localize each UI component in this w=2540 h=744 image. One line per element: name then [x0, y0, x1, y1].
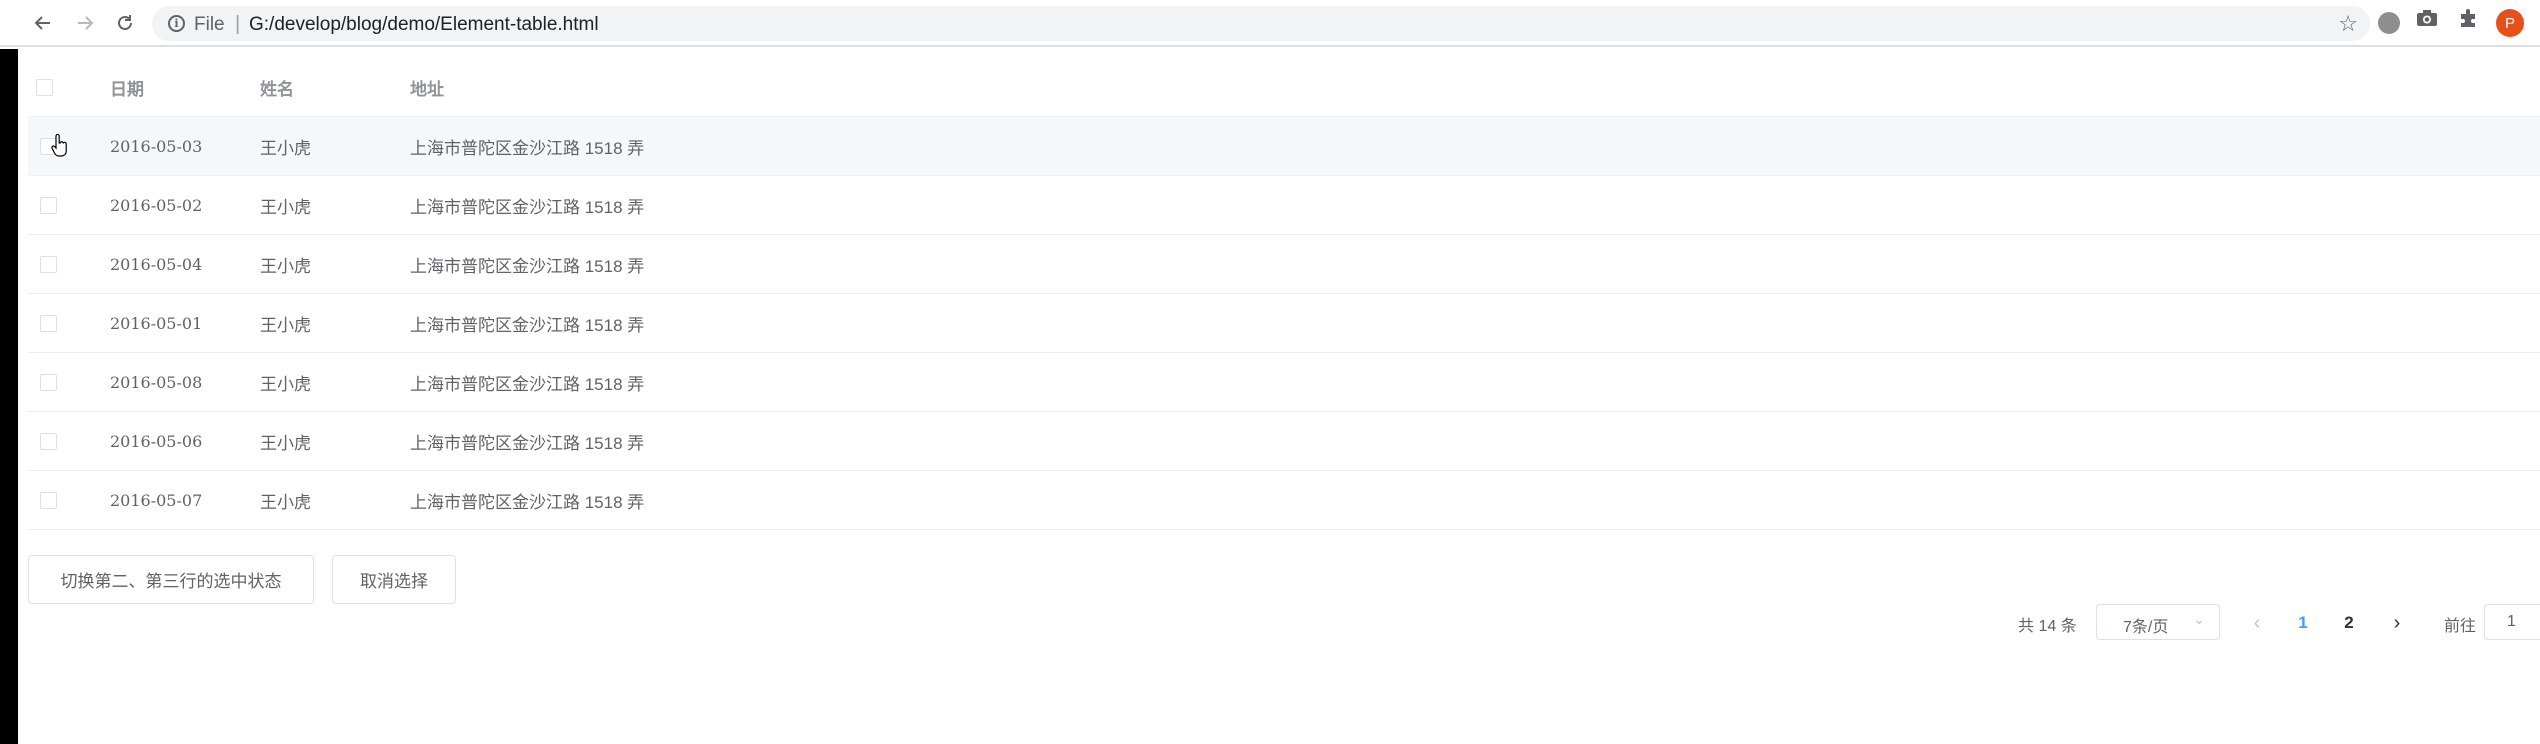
chevron-down-icon: ⌄ — [2193, 611, 2205, 627]
row-name: 王小虎 — [260, 374, 311, 394]
row-address: 上海市普陀区金沙江路 1518 弄 — [410, 256, 645, 276]
select-all-cell — [36, 58, 53, 116]
avatar[interactable]: P — [2496, 9, 2524, 37]
goto-page-input[interactable]: 1 — [2484, 604, 2540, 640]
page-size-select[interactable]: 7条/页 ⌄ — [2096, 604, 2220, 640]
puzzle-icon[interactable] — [2458, 7, 2480, 35]
row-name: 王小虎 — [260, 197, 311, 217]
row-date: 2016-05-08 — [110, 372, 203, 392]
page-size-value: 7条/页 — [2123, 619, 2169, 636]
table-row[interactable]: 2016-05-02 王小虎 上海市普陀区金沙江路 1518 弄 — [28, 176, 2540, 235]
row-name: 王小虎 — [260, 138, 311, 158]
row-checkbox[interactable] — [40, 314, 57, 332]
left-edge-strip — [0, 49, 18, 744]
row-select-cell — [40, 294, 57, 352]
hand-cursor-icon — [51, 134, 67, 157]
row-select-cell — [40, 353, 57, 411]
row-name: 王小虎 — [260, 433, 311, 453]
forward-button[interactable] — [70, 8, 100, 38]
row-address: 上海市普陀区金沙江路 1518 弄 — [410, 197, 645, 217]
row-address: 上海市普陀区金沙江路 1518 弄 — [410, 315, 645, 335]
table-row[interactable]: 2016-05-01 王小虎 上海市普陀区金沙江路 1518 弄 — [28, 294, 2540, 353]
row-select-cell — [40, 176, 57, 234]
table-header-row: 日期 姓名 地址 — [28, 58, 2540, 117]
reload-button[interactable] — [110, 8, 140, 38]
address-bar[interactable]: i File | G:/develop/blog/demo/Element-ta… — [152, 6, 2370, 41]
row-date: 2016-05-06 — [110, 431, 203, 451]
row-address: 上海市普陀区金沙江路 1518 弄 — [410, 492, 645, 512]
row-name: 王小虎 — [260, 492, 311, 512]
row-date: 2016-05-03 — [110, 136, 203, 156]
row-date: 2016-05-02 — [110, 195, 203, 215]
prev-page-button[interactable]: ‹ — [2242, 608, 2272, 638]
row-address: 上海市普陀区金沙江路 1518 弄 — [410, 374, 645, 394]
circle-icon[interactable] — [2378, 12, 2400, 34]
arrow-left-icon — [34, 16, 50, 30]
select-all-checkbox[interactable] — [36, 78, 53, 96]
star-icon[interactable]: ☆ — [2338, 11, 2358, 37]
table-row[interactable]: 2016-05-03 王小虎 上海市普陀区金沙江路 1518 弄 — [28, 117, 2540, 176]
row-name: 王小虎 — [260, 315, 311, 335]
next-page-button[interactable]: › — [2382, 608, 2412, 638]
table-row[interactable]: 2016-05-08 王小虎 上海市普陀区金沙江路 1518 弄 — [28, 353, 2540, 412]
info-icon[interactable]: i — [168, 15, 185, 32]
arrow-right-icon — [78, 16, 94, 30]
page-1-button[interactable]: 1 — [2288, 608, 2318, 638]
row-checkbox[interactable] — [40, 196, 57, 214]
toggle-selection-button[interactable]: 切换第二、第三行的选中状态 — [28, 555, 314, 604]
row-select-cell — [40, 471, 57, 529]
table-row[interactable]: 2016-05-04 王小虎 上海市普陀区金沙江路 1518 弄 — [28, 235, 2540, 294]
header-address[interactable]: 地址 — [410, 58, 444, 116]
row-address: 上海市普陀区金沙江路 1518 弄 — [410, 433, 645, 453]
pagination-total: 共 14 条 — [2018, 618, 2077, 635]
url-text[interactable]: G:/develop/blog/demo/Element-table.html — [249, 14, 599, 36]
row-select-cell — [40, 412, 57, 470]
goto-label: 前往 — [2444, 618, 2477, 635]
clear-selection-button[interactable]: 取消选择 — [332, 555, 456, 604]
chevron-left-icon: ‹ — [2253, 611, 2261, 634]
row-name: 王小虎 — [260, 256, 311, 276]
row-address: 上海市普陀区金沙江路 1518 弄 — [410, 138, 645, 158]
row-checkbox[interactable] — [40, 432, 57, 450]
url-separator: | — [235, 13, 241, 35]
header-date[interactable]: 日期 — [110, 58, 144, 116]
table-row[interactable]: 2016-05-06 王小虎 上海市普陀区金沙江路 1518 弄 — [28, 412, 2540, 471]
row-date: 2016-05-07 — [110, 490, 203, 510]
row-select-cell — [40, 235, 57, 293]
back-button[interactable] — [28, 8, 58, 38]
page-2-button[interactable]: 2 — [2334, 608, 2364, 638]
row-checkbox[interactable] — [40, 373, 57, 391]
url-scheme-label: File — [194, 14, 225, 35]
chevron-right-icon: › — [2393, 611, 2401, 634]
row-date: 2016-05-01 — [110, 313, 203, 333]
reload-icon — [118, 15, 132, 30]
camera-icon[interactable] — [2416, 8, 2438, 34]
row-checkbox[interactable] — [40, 255, 57, 273]
header-name[interactable]: 姓名 — [260, 58, 294, 116]
table-row[interactable]: 2016-05-07 王小虎 上海市普陀区金沙江路 1518 弄 — [28, 471, 2540, 530]
row-checkbox[interactable] — [40, 491, 57, 509]
row-date: 2016-05-04 — [110, 254, 203, 274]
browser-toolbar: i File | G:/develop/blog/demo/Element-ta… — [0, 0, 2540, 47]
